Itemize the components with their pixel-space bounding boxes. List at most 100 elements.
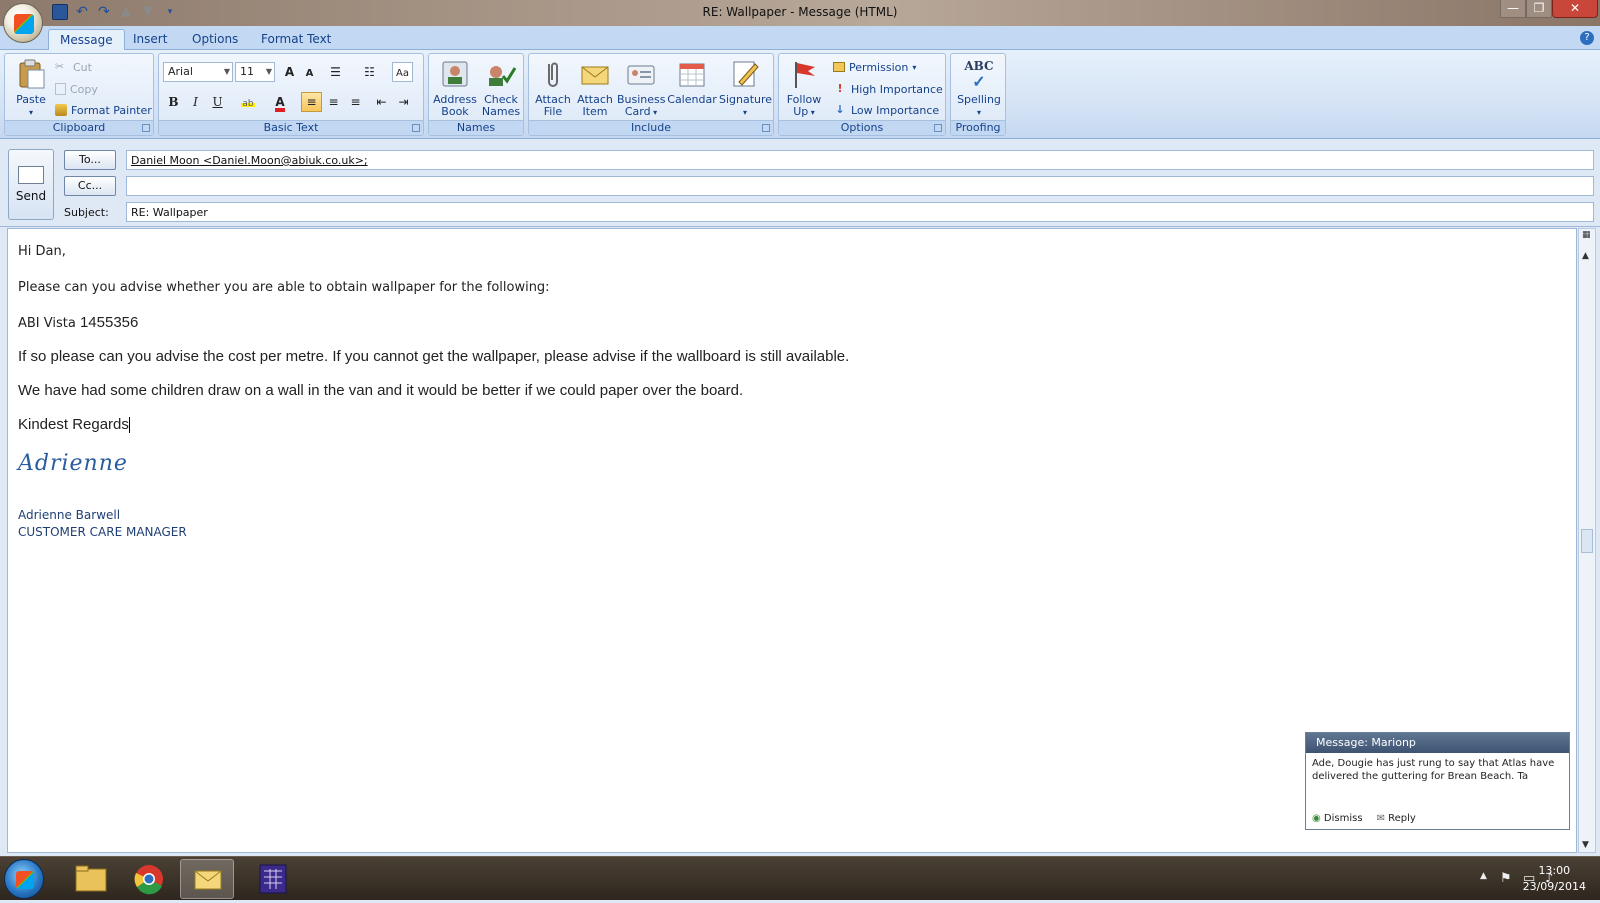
grid-app-icon bbox=[259, 864, 287, 894]
cut-button: ✂ Cut bbox=[55, 58, 92, 76]
format-painter-button[interactable]: Format Painter bbox=[55, 101, 152, 119]
font-color-button[interactable]: A bbox=[265, 92, 295, 112]
tab-format-text[interactable]: Format Text bbox=[250, 29, 342, 50]
to-field[interactable]: Daniel Moon <Daniel.Moon@abiuk.co.uk>; bbox=[126, 150, 1594, 170]
basic-text-launcher-icon[interactable] bbox=[412, 124, 420, 132]
business-card-label-2: Card bbox=[624, 105, 651, 118]
paste-button[interactable]: Paste ▾ bbox=[11, 58, 51, 119]
permission-button[interactable]: Permission ▾ bbox=[833, 58, 916, 76]
high-importance-button[interactable]: ! High Importance bbox=[833, 80, 942, 98]
ruler-toggle-icon[interactable]: ▦ bbox=[1582, 230, 1591, 240]
styles-icon: Aa bbox=[396, 68, 409, 79]
cc-button[interactable]: Cc... bbox=[64, 176, 116, 196]
system-tray: ▲ ⚑ ▭ ♪ 13:00 23/09/2014 bbox=[1330, 861, 1590, 897]
send-button[interactable]: Send bbox=[8, 149, 54, 220]
tab-insert[interactable]: Insert bbox=[122, 29, 178, 50]
dismiss-link[interactable]: ◉ Dismiss bbox=[1312, 813, 1363, 824]
attach-item-button[interactable]: Attach Item bbox=[575, 58, 615, 118]
underline-button[interactable]: U bbox=[207, 92, 228, 112]
align-right-button[interactable]: ≡ bbox=[345, 92, 366, 112]
body-line-1: Please can you advise whether you are ab… bbox=[18, 280, 550, 295]
bold-button[interactable]: B bbox=[163, 92, 184, 112]
tab-message[interactable]: Message bbox=[48, 29, 125, 50]
address-book-button[interactable]: Address Book bbox=[433, 58, 477, 118]
names-group-label: Names bbox=[429, 120, 523, 135]
clock[interactable]: 13:00 23/09/2014 bbox=[1523, 863, 1586, 895]
address-book-icon bbox=[442, 61, 468, 87]
calendar-icon bbox=[679, 63, 705, 87]
business-card-button[interactable]: Business Card ▾ bbox=[617, 58, 666, 119]
align-left-button[interactable]: ≡ bbox=[301, 92, 322, 112]
start-button[interactable] bbox=[4, 859, 44, 899]
signature-button[interactable]: Signature ▾ bbox=[719, 58, 772, 119]
low-importance-button[interactable]: ↓ Low Importance bbox=[833, 101, 939, 119]
office-button[interactable] bbox=[3, 3, 43, 43]
align-center-button[interactable]: ≡ bbox=[323, 92, 344, 112]
increase-indent-button[interactable]: ⇥ bbox=[393, 92, 414, 112]
grow-font-button[interactable]: A bbox=[279, 62, 300, 82]
cc-field[interactable] bbox=[126, 176, 1594, 196]
new-mail-notification[interactable]: Message: Marionp Ade, Dougie has just ru… bbox=[1305, 732, 1570, 830]
action-center-flag-icon[interactable]: ⚑ bbox=[1500, 871, 1512, 886]
reply-link[interactable]: ✉ Reply bbox=[1377, 813, 1416, 824]
help-icon[interactable]: ? bbox=[1580, 31, 1594, 45]
product-name: ABI Vista bbox=[18, 316, 80, 331]
align-right-icon: ≡ bbox=[350, 95, 361, 109]
include-group-label: Include bbox=[529, 120, 773, 135]
text-cursor bbox=[128, 417, 130, 434]
scroll-up-icon[interactable]: ▲ bbox=[1582, 251, 1589, 261]
decrease-indent-button[interactable]: ⇤ bbox=[371, 92, 392, 112]
show-hidden-icons[interactable]: ▲ bbox=[1480, 871, 1487, 881]
copy-label: Copy bbox=[70, 82, 98, 96]
clipboard-launcher-icon[interactable] bbox=[142, 124, 150, 132]
abc-text: ABC bbox=[964, 59, 994, 73]
window-title: RE: Wallpaper - Message (HTML) bbox=[702, 5, 898, 19]
signature-icon bbox=[733, 61, 759, 87]
minimize-button[interactable]: — bbox=[1500, 0, 1526, 18]
maximize-button[interactable]: ❐ bbox=[1526, 0, 1552, 18]
bullets-icon: ☰ bbox=[330, 65, 341, 79]
font-size-select[interactable]: 11 ▼ bbox=[235, 62, 275, 82]
shrink-font-button[interactable]: A bbox=[299, 64, 320, 84]
spelling-button[interactable]: ABC ✓ Spelling ▾ bbox=[953, 58, 1005, 119]
bullets-button[interactable]: ☰ bbox=[325, 62, 346, 82]
scissors-icon: ✂ bbox=[55, 60, 65, 73]
to-button[interactable]: To... bbox=[64, 150, 116, 170]
brush-icon bbox=[55, 104, 67, 116]
taskbar-outlook[interactable] bbox=[180, 859, 234, 899]
numbering-icon: ☷ bbox=[364, 65, 375, 79]
taskbar-explorer[interactable] bbox=[64, 859, 118, 899]
include-group: Attach File Attach Item Business Card ▾ Cal… bbox=[528, 53, 774, 136]
ribbon-tabs: Message Insert Options Format Text ? bbox=[0, 26, 1600, 50]
taskbar-app[interactable] bbox=[246, 859, 300, 899]
subject-field[interactable]: RE: Wallpaper bbox=[126, 202, 1594, 222]
tab-options[interactable]: Options bbox=[181, 29, 249, 50]
options-launcher-icon[interactable] bbox=[934, 124, 942, 132]
vertical-scrollbar[interactable]: ▦ ▲ ▼ bbox=[1578, 228, 1596, 853]
italic-button[interactable]: I bbox=[185, 92, 206, 112]
office-logo-icon bbox=[14, 14, 34, 34]
spelling-check-icon: ABC ✓ bbox=[964, 59, 994, 91]
scroll-thumb[interactable] bbox=[1581, 529, 1593, 553]
numbering-button[interactable]: ☷ bbox=[359, 62, 380, 82]
increase-indent-icon: ⇥ bbox=[398, 95, 409, 109]
check-names-button[interactable]: Check Names bbox=[479, 58, 523, 118]
highlight-button[interactable]: ab bbox=[233, 92, 263, 112]
envelope-icon bbox=[581, 66, 609, 85]
options-group-label: Options bbox=[779, 120, 945, 135]
close-button[interactable]: ✕ bbox=[1552, 0, 1598, 18]
font-name-select[interactable]: Arial ▼ bbox=[163, 62, 233, 82]
body-line-3: If so please can you advise the cost per… bbox=[18, 348, 850, 365]
scroll-down-icon[interactable]: ▼ bbox=[1582, 840, 1589, 850]
styles-button[interactable]: Aa bbox=[392, 62, 413, 82]
taskbar-chrome[interactable] bbox=[122, 859, 176, 899]
font-dropdown-icon: ▼ bbox=[223, 67, 230, 76]
product-number: 1455356 bbox=[79, 314, 139, 331]
permission-icon bbox=[833, 62, 845, 72]
names-group: Address Book Check Names Names bbox=[428, 53, 524, 136]
attach-file-button[interactable]: Attach File bbox=[533, 58, 573, 118]
follow-up-button[interactable]: Follow Up ▾ bbox=[783, 58, 825, 119]
calendar-button[interactable]: Calendar bbox=[667, 58, 717, 106]
include-launcher-icon[interactable] bbox=[762, 124, 770, 132]
business-card-icon bbox=[627, 65, 655, 85]
